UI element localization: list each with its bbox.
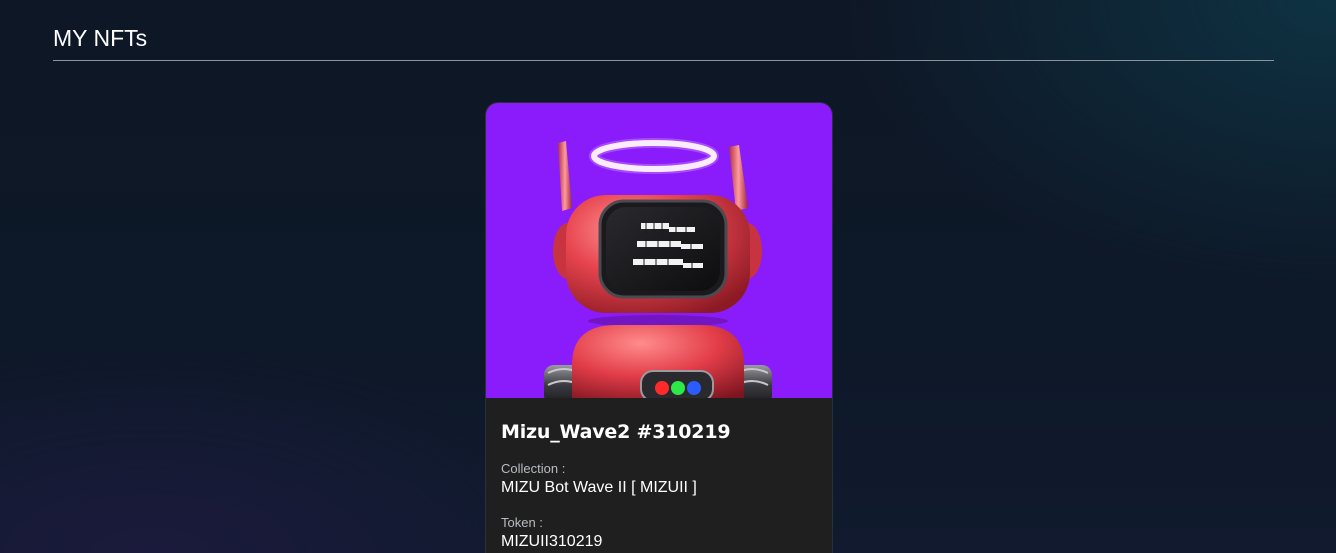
page-title: MY NFTs xyxy=(53,25,148,51)
robot-nft-image xyxy=(486,103,832,398)
token-value: MIZUII310219 xyxy=(501,533,603,550)
nft-name: Mizu_Wave2 #310219 xyxy=(501,421,731,443)
nft-card[interactable]: Mizu_Wave2 #310219 Collection : MIZU Bot… xyxy=(485,102,833,553)
page-header: MY NFTs xyxy=(53,0,1274,61)
collection-label: Collection : xyxy=(501,461,566,476)
token-label: Token : xyxy=(501,515,543,530)
collection-value: MIZU Bot Wave II [ MIZUII ] xyxy=(501,479,697,496)
nft-info-panel: Mizu_Wave2 #310219 Collection : MIZU Bot… xyxy=(486,398,832,553)
